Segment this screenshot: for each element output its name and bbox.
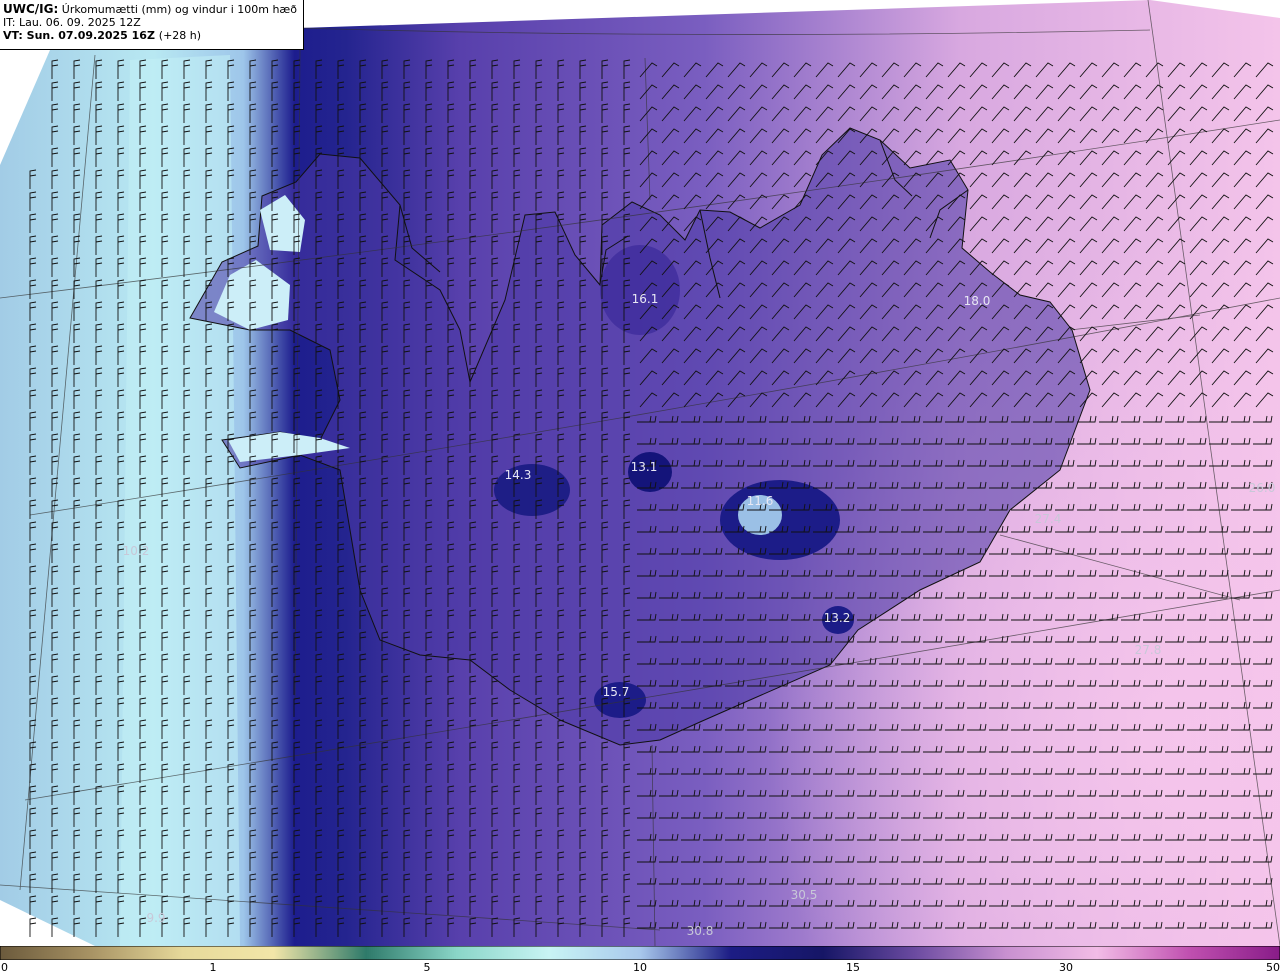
map-value-label: 15.7 bbox=[603, 685, 630, 699]
init-time: IT: Lau. 06. 09. 2025 12Z bbox=[3, 16, 141, 29]
map-value-label: 13.2 bbox=[824, 611, 851, 625]
colorbar-ticks: 0 1 5 10 15 30 50 bbox=[0, 960, 1280, 978]
map-legend-box: UWC/IG: Úrkomumætti (mm) og vindur i 100… bbox=[0, 0, 304, 50]
valid-time: VT: Sun. 07.09.2025 16Z bbox=[3, 29, 155, 42]
map-value-label: 13.1 bbox=[631, 460, 658, 474]
map-value-label: 10.2 bbox=[123, 544, 150, 558]
map-value-label: 11.6 bbox=[747, 494, 774, 508]
map-value-label: 26.0 bbox=[1249, 481, 1276, 495]
colorbar bbox=[0, 946, 1280, 960]
colorbar-tick: 1 bbox=[209, 961, 217, 974]
precipitable-water-map: 16.1 18.0 14.3 13.1 11.6 13.2 15.7 10.2 9.9 26.0 2… bbox=[0, 0, 1280, 946]
colorbar-tick: 0 bbox=[1, 961, 8, 974]
colorbar-tick: 50 bbox=[1266, 961, 1280, 974]
map-value-label: 9.9 bbox=[146, 911, 165, 925]
map-value-label: 16.1 bbox=[632, 292, 659, 306]
valid-time-offset: (+28 h) bbox=[158, 29, 202, 42]
map-value-label: 27.4 bbox=[1035, 512, 1062, 526]
map-value-label: 18.0 bbox=[964, 294, 991, 308]
map-value-label: 27.8 bbox=[1135, 643, 1162, 657]
map-value-label: 30.8 bbox=[687, 924, 714, 938]
map-title: Úrkomumætti (mm) og vindur i 100m hæð bbox=[61, 3, 297, 16]
product-label: UWC/IG: bbox=[3, 2, 59, 16]
colorbar-tick: 15 bbox=[846, 961, 860, 974]
map-value-label: 30.5 bbox=[791, 888, 818, 902]
map-value-label: 14.3 bbox=[505, 468, 532, 482]
colorbar-tick: 30 bbox=[1059, 961, 1073, 974]
colorbar-tick: 5 bbox=[423, 961, 431, 974]
colorbar-tick: 10 bbox=[633, 961, 647, 974]
